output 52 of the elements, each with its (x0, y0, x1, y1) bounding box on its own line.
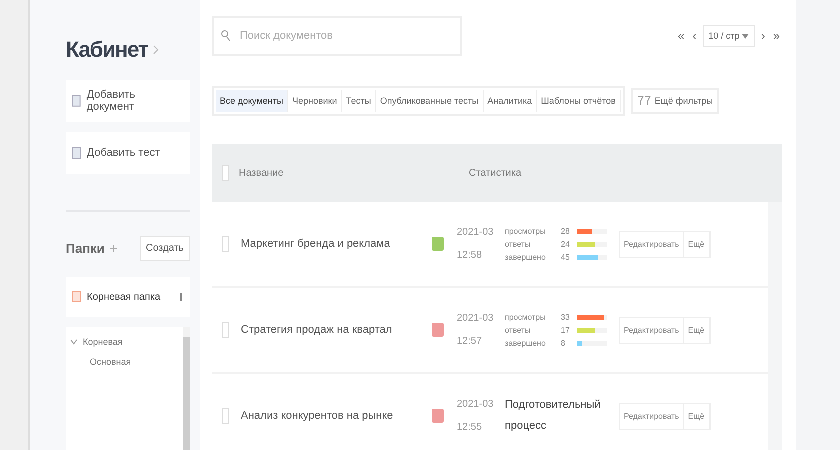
page-size-select[interactable]: 10 / стр (702, 25, 756, 47)
filter-tab[interactable]: Все документы (216, 90, 288, 112)
stat-label: просмотры (505, 312, 547, 322)
folder-icon (72, 291, 81, 303)
stat-label: завершено (505, 252, 547, 262)
select-all-checkbox[interactable] (222, 165, 229, 181)
document-time: 12:57 (457, 336, 484, 347)
create-button[interactable]: Создать (140, 236, 190, 261)
row-checkbox[interactable] (222, 408, 229, 424)
stat-label: ответы (505, 240, 532, 248)
row-checkbox[interactable] (222, 236, 229, 252)
document-icon (72, 147, 81, 159)
stat-count: 45 (561, 252, 571, 262)
search-field[interactable]: Поиск документов (212, 16, 462, 56)
stat-count: 17 (561, 326, 571, 334)
column-header: Название (239, 168, 285, 178)
plus-icon[interactable] (108, 244, 118, 253)
expand-icon[interactable] (70, 339, 78, 345)
document-title[interactable]: Маркетинг бренда и реклама (241, 238, 431, 250)
tree-item[interactable]: Основная (70, 357, 179, 367)
row-checkbox[interactable] (222, 322, 229, 338)
add-button[interactable]: Добавить тест (66, 132, 190, 174)
tree-item[interactable]: Корневая (70, 337, 179, 347)
document-icon (72, 95, 81, 107)
document-date: 2021-03 (457, 399, 495, 410)
stat-note: Подготовительный процесс (505, 398, 602, 434)
document-title[interactable]: Стратегия продаж на квартал (241, 324, 431, 336)
document-time: 12:58 (457, 250, 484, 261)
document-time: 12:55 (457, 422, 484, 433)
more-filters-button[interactable]: Ещё фильтры (630, 88, 720, 114)
add-button[interactable]: Добавить документ (66, 80, 190, 122)
stat-label: просмотры (505, 226, 547, 236)
stat-label: ответы (505, 326, 532, 334)
chevron-icon[interactable] (152, 44, 160, 56)
scrollbar[interactable] (183, 327, 190, 450)
stat-count: 33 (561, 312, 571, 322)
sidebar-title: Кабинет (66, 37, 148, 63)
stat-label: завершено (505, 338, 547, 348)
first-page-button[interactable]: « (676, 27, 687, 45)
last-page-button[interactable]: » (771, 27, 782, 45)
search-icon (221, 30, 231, 42)
stat-count: 28 (561, 226, 571, 236)
document-date: 2021-03 (457, 227, 495, 238)
previous-page-button[interactable]: ‹ (690, 27, 699, 45)
folders-title: Папки (66, 241, 105, 256)
column-header: Статистика (469, 168, 522, 178)
document-title[interactable]: Анализ конкурентов на рынке (241, 410, 431, 422)
folder-select[interactable]: Корневая папка (66, 277, 190, 317)
stat-count: 24 (561, 240, 571, 248)
next-page-button[interactable]: › (759, 27, 768, 45)
document-date: 2021-03 (457, 313, 495, 324)
stat-count: 8 (561, 338, 566, 348)
